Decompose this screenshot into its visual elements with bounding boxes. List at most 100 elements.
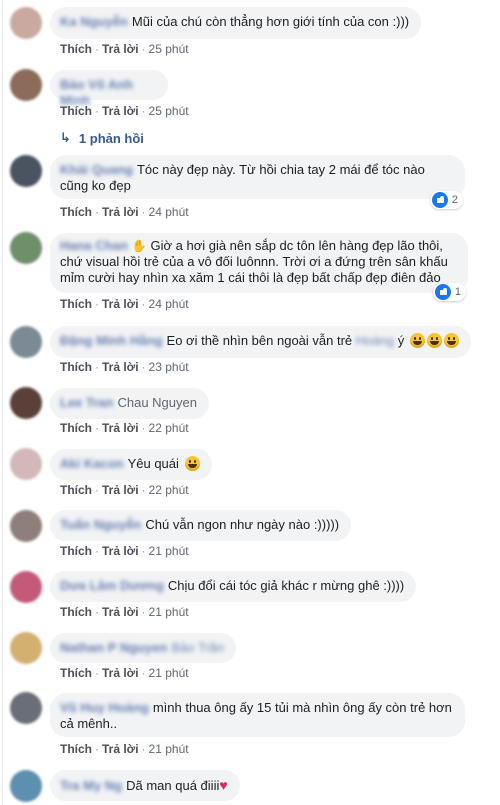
- timestamp[interactable]: 21 phút: [149, 544, 189, 558]
- replies-count: 1 phản hồi: [78, 130, 144, 146]
- timestamp[interactable]: 21 phút: [149, 742, 189, 756]
- comment-text: Giờ a hơi già nên sắp dc tôn lên hàng đẹ…: [150, 238, 443, 253]
- timestamp[interactable]: 23 phút: [149, 360, 189, 374]
- timestamp[interactable]: 21 phút: [149, 605, 189, 619]
- comment-actions: Thích · Trả lời · 21 phút: [60, 666, 189, 680]
- avatar[interactable]: [10, 232, 42, 264]
- avatar[interactable]: [10, 770, 42, 802]
- comment-actions: Thích · Trả lời · 25 phút: [60, 42, 189, 56]
- reaction-count: 1: [454, 286, 461, 298]
- comment-text: mỉm cười hay nhìn xa xăm 1 cái thôi là đ…: [60, 270, 441, 285]
- tagged-user[interactable]: Bảo Trần: [171, 640, 224, 655]
- comment-bubble: Aki Kacon Yêu quái: [50, 449, 212, 480]
- commenter-name[interactable]: Dưa Lâm Dương: [60, 578, 164, 593]
- commenter-name[interactable]: Khải Quang: [60, 162, 133, 177]
- like-link[interactable]: Thích: [60, 104, 92, 118]
- like-link[interactable]: Thích: [60, 605, 92, 619]
- hand-emoji-icon: ✋: [131, 239, 147, 253]
- comment-bubble: Lee Tran Chau Nguyen: [50, 388, 209, 419]
- comment-text: Chịu đổi cái tóc giả khác r mừng ghê :))…: [167, 578, 405, 593]
- comment-text-end: ý: [397, 333, 405, 348]
- like-link[interactable]: Thích: [60, 421, 92, 435]
- like-icon: [431, 192, 448, 208]
- comment-actions: Thích · Trả lời · 21 phút: [60, 742, 189, 756]
- comment-actions: Thích · Trả lời · 25 phút: [60, 104, 189, 118]
- commenter-name[interactable]: Tuấn Nguyễn: [60, 517, 141, 532]
- commenter-name[interactable]: Ka Nguyễn: [60, 14, 128, 29]
- reaction-summary[interactable]: 2: [429, 191, 463, 209]
- comment-bubble: Vũ Huy Hoàng mình thua ông ấy 15 tủi mà n…: [50, 693, 465, 737]
- reply-link[interactable]: Trả lời: [102, 297, 139, 311]
- reply-link[interactable]: Trả lời: [102, 104, 139, 118]
- tagged-user[interactable]: Hoàng: [356, 333, 394, 348]
- comment-bubble: Nathan P Nguyen Bảo Trần: [50, 633, 237, 663]
- timestamp[interactable]: 22 phút: [149, 421, 189, 435]
- comment-actions: Thích · Trả lời · 24 phút: [60, 297, 189, 311]
- commenter-name[interactable]: Đặng Minh Hằng: [60, 333, 163, 348]
- comment-text: cũng ko đẹp: [60, 178, 131, 193]
- comment-actions: Thích · Trả lời · 23 phút: [60, 360, 189, 374]
- avatar[interactable]: [10, 448, 42, 480]
- reaction-count: 2: [451, 194, 458, 206]
- reply-link[interactable]: Trả lời: [102, 205, 139, 219]
- timestamp[interactable]: 24 phút: [149, 205, 189, 219]
- comment-actions: Thích · Trả lời · 21 phút: [60, 544, 189, 558]
- comment-text: cả mênh..: [60, 716, 118, 731]
- comment-text: Chú vẫn ngon như ngày nào :))))): [145, 517, 340, 532]
- reply-link[interactable]: Trả lời: [102, 544, 139, 558]
- comment-bubble: Ka Nguyễn Mũi của chú còn thẳng hơn giới …: [50, 7, 422, 39]
- reaction-summary[interactable]: 1: [432, 283, 466, 301]
- heart-emoji-icon: ♥: [219, 777, 228, 793]
- comment-text: Eo ơi thề nhìn bên ngoài vẫn trẻ: [166, 333, 353, 348]
- like-link[interactable]: Thích: [60, 742, 92, 756]
- commenter-name[interactable]: Nathan P Nguyen: [60, 640, 167, 655]
- avatar[interactable]: [10, 632, 42, 664]
- commenter-name[interactable]: Lee Tran: [60, 395, 113, 410]
- timestamp[interactable]: 24 phút: [149, 297, 189, 311]
- like-link[interactable]: Thích: [60, 205, 92, 219]
- comment-text: chứ visual hồi trẻ của a vô đối luônnn. …: [60, 254, 448, 269]
- avatar[interactable]: [10, 155, 42, 187]
- reply-link[interactable]: Trả lời: [102, 605, 139, 619]
- view-replies-link[interactable]: ↳ 1 phản hồi: [60, 130, 144, 146]
- reply-link[interactable]: Trả lời: [102, 483, 139, 497]
- mentioned-user[interactable]: Chau Nguyen: [117, 395, 197, 410]
- comment-text: mình thua ông ấy 15 tủi mà nhìn ông ấy c…: [152, 700, 452, 715]
- comment-text: Yêu quái: [127, 456, 179, 471]
- reply-link[interactable]: Trả lời: [102, 742, 139, 756]
- avatar[interactable]: [10, 387, 42, 419]
- commenter-name[interactable]: Hana Chan: [60, 238, 128, 253]
- avatar[interactable]: [10, 69, 42, 101]
- commenter-name[interactable]: Vũ Huy Hoàng: [60, 700, 149, 715]
- avatar[interactable]: [10, 510, 42, 542]
- commenter-name[interactable]: Tra My Ng: [60, 778, 122, 793]
- like-link[interactable]: Thích: [60, 297, 92, 311]
- comment-bubble: Tra My Ng Dã man quá điiii♥: [50, 770, 240, 801]
- reply-link[interactable]: Trả lời: [102, 42, 139, 56]
- avatar[interactable]: [10, 7, 42, 39]
- timestamp[interactable]: 25 phút: [149, 104, 189, 118]
- timestamp[interactable]: 22 phút: [149, 483, 189, 497]
- comment-text: Mũi của chú còn thẳng hơn giới tính của …: [131, 14, 410, 29]
- reply-link[interactable]: Trả lời: [102, 666, 139, 680]
- timestamp[interactable]: 21 phút: [149, 666, 189, 680]
- like-link[interactable]: Thích: [60, 42, 92, 56]
- like-link[interactable]: Thích: [60, 483, 92, 497]
- avatar[interactable]: [10, 326, 42, 358]
- like-link[interactable]: Thích: [60, 666, 92, 680]
- commenter-name[interactable]: Aki Kacon: [60, 456, 124, 471]
- comment-text: Dã man quá điiii: [126, 778, 220, 793]
- like-icon: [434, 284, 451, 300]
- avatar[interactable]: [10, 571, 42, 603]
- like-link[interactable]: Thích: [60, 544, 92, 558]
- left-border: [2, 0, 3, 805]
- timestamp[interactable]: 25 phút: [149, 42, 189, 56]
- like-link[interactable]: Thích: [60, 360, 92, 374]
- avatar[interactable]: [10, 692, 42, 724]
- reply-arrow-icon: ↳: [60, 130, 71, 145]
- comment-bubble: Dưa Lâm Dương Chịu đổi cái tóc giả khác r…: [50, 571, 417, 602]
- comment-bubble: Đặng Minh Hằng Eo ơi thề nhìn bên ngoài v…: [50, 326, 471, 358]
- comment-bubble: Khải Quang Tóc này đẹp này. Từ hồi chia t…: [50, 155, 465, 209]
- reply-link[interactable]: Trả lời: [102, 360, 139, 374]
- reply-link[interactable]: Trả lời: [102, 421, 139, 435]
